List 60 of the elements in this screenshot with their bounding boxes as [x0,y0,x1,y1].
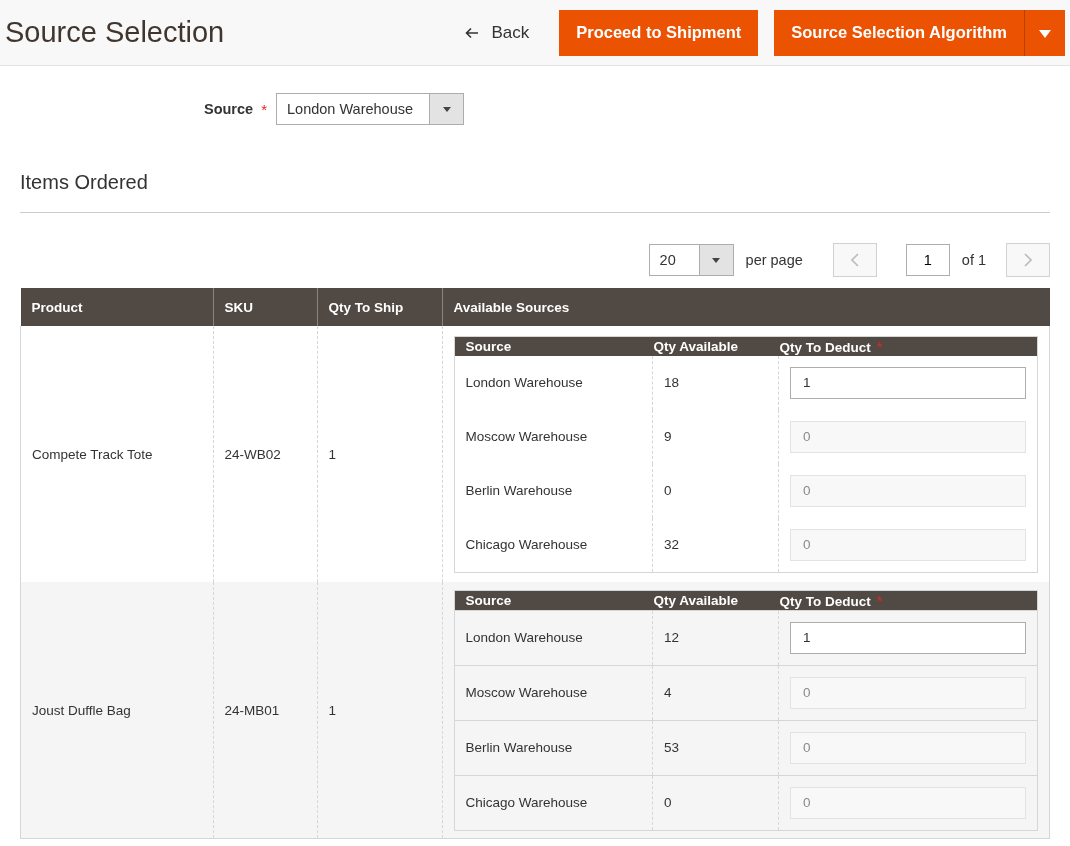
table-cell: 53 [652,720,779,775]
column-header: Qty To Ship [317,288,442,326]
section-title: Items Ordered [20,171,1050,213]
table-cell: Moscow Warehouse [454,409,653,464]
left-arrow-icon [465,26,480,39]
previous-page-button[interactable] [832,243,877,277]
source-select[interactable]: London Warehouse [276,93,464,125]
qty-input[interactable]: 1 [790,366,1026,399]
table-cell: Joust Duffle Bag [20,582,213,839]
required-mark: * [261,100,267,118]
table-cell: 18 [652,355,779,410]
required-mark: * [876,591,883,609]
column-header: SKU [213,288,317,326]
back-button[interactable]: Back [451,14,544,51]
table-cell: 9 [652,409,779,464]
column-header: Product [20,288,213,326]
table-cell: 0 [652,775,779,830]
caret-down-icon [442,106,451,112]
column-header: Qty Available [652,590,779,610]
table-cell: Moscow Warehouse [454,665,653,720]
page-title: Source Selection [5,16,225,49]
table-cell: Chicago Warehouse [454,775,653,830]
page-count: of 1 [961,252,986,268]
per-page-label: per page [745,252,803,268]
column-header: Qty To Deduct [779,593,871,609]
per-page-select[interactable]: 20 [648,244,734,276]
table-cell: Berlin Warehouse [454,463,653,518]
table-cell: 1 [317,582,442,839]
column-header: Source [454,590,653,610]
chevron-left-icon [850,253,859,267]
table-cell: 4 [652,665,779,720]
field-label: Source [204,101,254,117]
qty-input: 0 [790,731,1026,764]
required-mark: * [876,337,883,355]
table-cell: Berlin Warehouse [454,720,653,775]
caret-down-icon [712,257,721,263]
qty-input: 0 [790,786,1026,819]
qty-input[interactable]: 1 [790,621,1026,654]
dropdown-toggle[interactable] [1024,9,1065,56]
qty-input: 0 [790,474,1026,507]
caret-down-icon [1039,30,1051,38]
proceed-button[interactable]: Proceed to Shipment [559,9,759,56]
column-header: Qty To Deduct [779,339,871,355]
column-header: Available Sources [442,288,1050,326]
qty-input: 0 [790,676,1026,709]
table-cell: London Warehouse [454,610,653,665]
table-cell: London Warehouse [454,355,653,410]
chevron-right-icon [1024,253,1032,267]
table-cell: Chicago Warehouse [454,517,653,572]
qty-input: 0 [790,528,1026,561]
column-header: Qty Available [652,336,779,356]
table-cell: 0 [652,463,779,518]
qty-input: 0 [790,420,1026,453]
algorithm-button[interactable]: Source Selection Algorithm [774,9,1024,56]
next-page-button[interactable] [1006,243,1050,277]
page-number-field[interactable]: 1 [905,244,950,276]
table-cell: 24-MB01 [213,582,317,839]
column-header: Source [454,336,653,356]
table-cell: 12 [652,610,779,665]
table-cell: 32 [652,517,779,572]
